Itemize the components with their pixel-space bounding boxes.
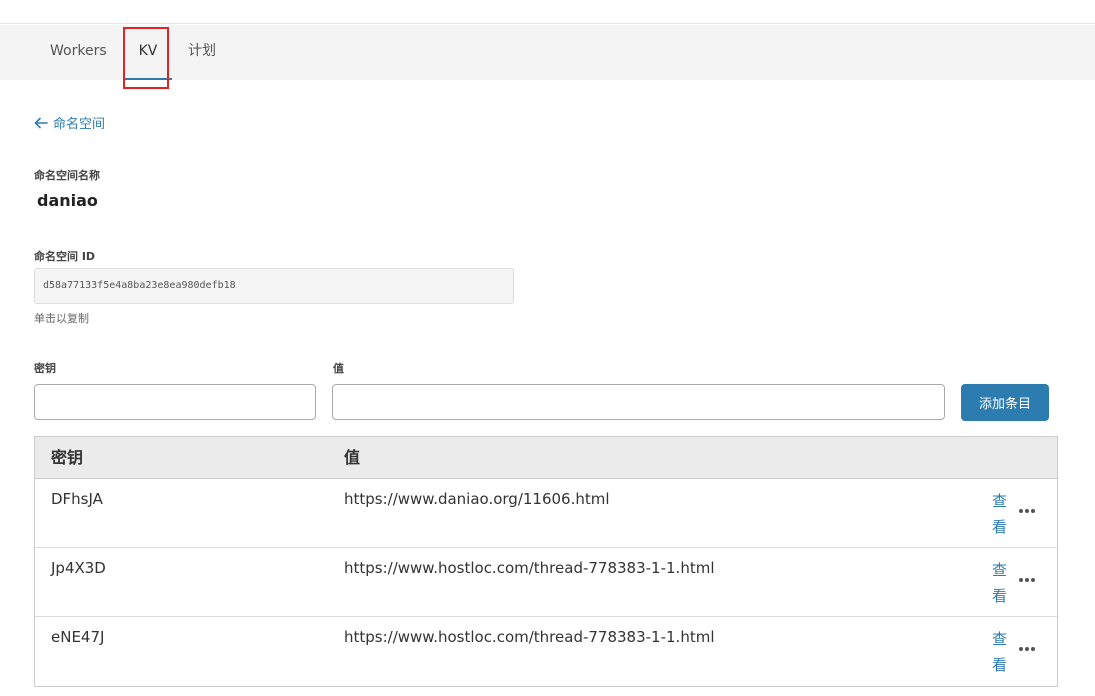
key-input-label: 密钥 <box>34 362 56 375</box>
more-options-icon[interactable] <box>1017 501 1037 521</box>
table-row: DFhsJA https://www.daniao.org/11606.html… <box>35 479 1057 548</box>
table-row: Jp4X3D https://www.hostloc.com/thread-77… <box>35 548 1057 617</box>
back-to-namespaces-link[interactable]: 命名空间 <box>34 113 105 132</box>
tab-plan[interactable]: 计划 <box>188 25 216 80</box>
view-link[interactable]: 查看 <box>985 626 1007 678</box>
value-input-label: 值 <box>333 362 344 375</box>
top-bar <box>0 0 1095 24</box>
row-key: Jp4X3D <box>51 559 106 577</box>
row-key: DFhsJA <box>51 490 103 508</box>
more-options-icon[interactable] <box>1017 570 1037 590</box>
column-header-key: 密钥 <box>51 448 84 467</box>
namespace-name-label: 命名空间名称 <box>34 169 100 182</box>
row-value: https://www.hostloc.com/thread-778383-1-… <box>344 559 715 577</box>
namespace-id-field[interactable]: d58a77133f5e4a8ba23e8ea980defb18 <box>34 268 514 304</box>
add-entry-button[interactable]: 添加条目 <box>961 384 1049 421</box>
copy-hint: 单击以复制 <box>34 312 89 325</box>
namespace-id-label: 命名空间 ID <box>34 250 96 263</box>
back-link-label: 命名空间 <box>53 117 106 132</box>
view-link[interactable]: 查看 <box>985 488 1007 540</box>
key-input[interactable] <box>34 384 316 420</box>
tab-kv[interactable]: KV <box>124 25 172 80</box>
more-options-icon[interactable] <box>1017 639 1037 659</box>
tab-bar: Workers KV 计划 <box>0 25 1095 80</box>
value-input[interactable] <box>332 384 945 420</box>
tab-workers[interactable]: Workers <box>50 25 107 80</box>
view-link[interactable]: 查看 <box>985 557 1007 609</box>
row-value: https://www.hostloc.com/thread-778383-1-… <box>344 628 715 646</box>
row-value: https://www.daniao.org/11606.html <box>344 490 610 508</box>
namespace-name: daniao <box>37 191 98 210</box>
row-key: eNE47J <box>51 628 105 646</box>
column-header-value: 值 <box>344 448 361 467</box>
arrow-left-icon <box>34 117 48 128</box>
table-header: 密钥 值 <box>35 437 1057 479</box>
kv-table: 密钥 值 DFhsJA https://www.daniao.org/11606… <box>34 436 1058 687</box>
table-row: eNE47J https://www.hostloc.com/thread-77… <box>35 617 1057 686</box>
